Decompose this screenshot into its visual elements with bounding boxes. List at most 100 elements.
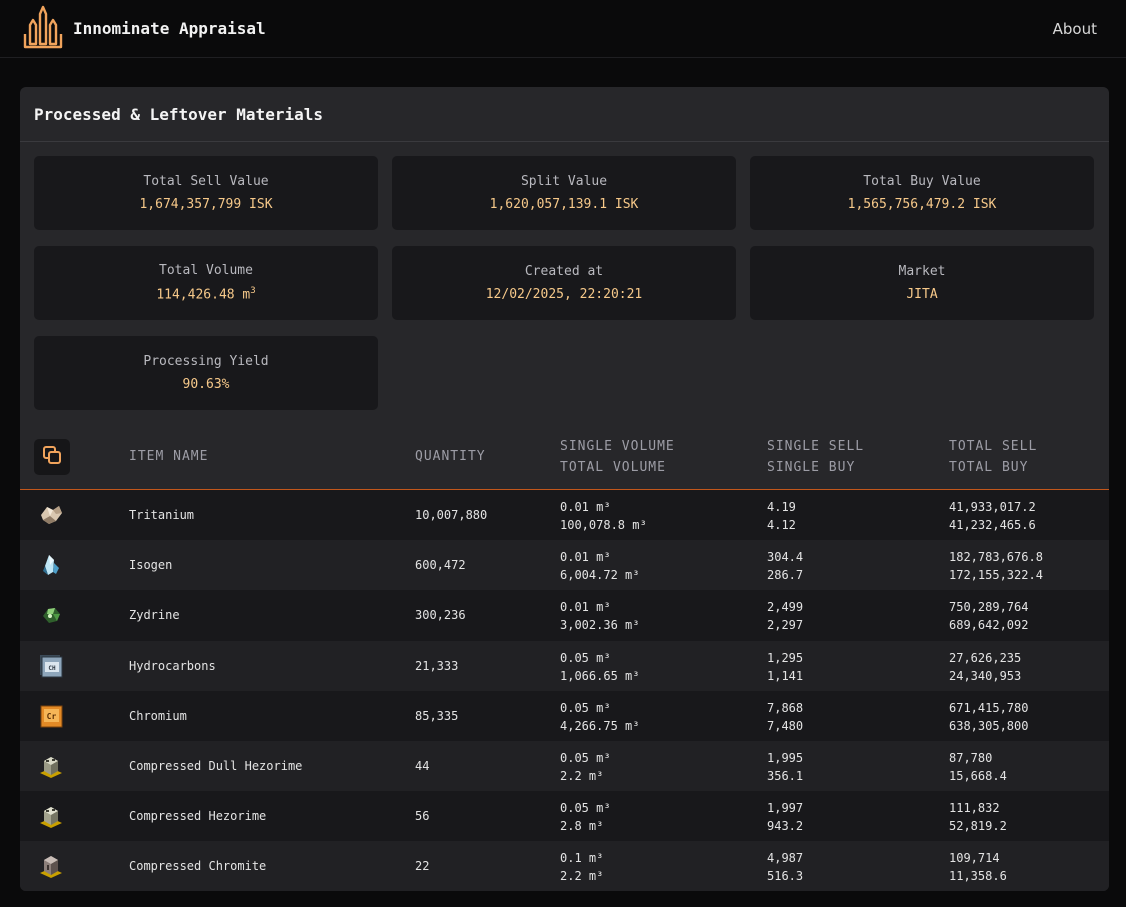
single-buy: 943.2 xyxy=(767,819,804,834)
table-row[interactable]: Zydrine 300,236 0.01 m³ 3,002.36 m³ 2,499… xyxy=(20,590,1109,641)
brand[interactable]: Innominate Appraisal xyxy=(22,4,266,54)
total-volume: 2.8 m³ xyxy=(560,819,604,834)
table-row[interactable]: Compressed Chromite 22 0.1 m³ 2.2 m³ 4,98… xyxy=(20,841,1109,891)
single-sell: 2,499 xyxy=(767,600,804,615)
item-total-prices: 182,783,676.8 172,155,322.4 xyxy=(949,548,1043,584)
app-title: Innominate Appraisal xyxy=(73,19,266,38)
hydrocarbons-icon: CH xyxy=(37,652,65,680)
item-quantity: 44 xyxy=(415,758,430,773)
stat-total-sell-value: Total Sell Value 1,674,357,799 ISK xyxy=(34,156,378,230)
stat-label: Split Value xyxy=(520,174,608,189)
item-quantity: 300,236 xyxy=(415,608,466,623)
stat-label: Created at xyxy=(524,264,604,279)
header-item-name[interactable]: ITEM NAME xyxy=(129,446,208,467)
header-single-sell[interactable]: SINGLE SELL xyxy=(767,436,864,457)
total-buy: 24,340,953 xyxy=(949,668,1022,683)
item-volumes: 0.01 m³ 100,078.8 m³ xyxy=(560,498,647,534)
single-volume: 0.05 m³ xyxy=(560,650,611,665)
appraisal-panel: Processed & Leftover Materials Total Sel… xyxy=(20,87,1109,891)
stat-created-at: Created at 12/02/2025, 22:20:21 xyxy=(392,246,736,320)
item-total-prices: 109,714 11,358.6 xyxy=(949,849,1007,885)
total-buy: 689,642,092 xyxy=(949,618,1029,633)
item-volumes: 0.05 m³ 2.8 m³ xyxy=(560,799,611,835)
total-buy: 15,668.4 xyxy=(949,768,1007,783)
stat-label: Processing Yield xyxy=(143,354,269,369)
table-row[interactable]: Tritanium 10,007,880 0.01 m³ 100,078.8 m³… xyxy=(20,490,1109,541)
table-row[interactable]: Compressed Dull Hezorime 44 0.05 m³ 2.2 m… xyxy=(20,740,1109,792)
chromium-icon: Cr xyxy=(37,702,65,730)
item-quantity: 600,472 xyxy=(415,558,466,573)
total-sell: 671,415,780 xyxy=(949,700,1029,715)
item-total-prices: 750,289,764 689,642,092 xyxy=(949,598,1028,634)
total-volume: 1,066.65 m³ xyxy=(560,668,640,683)
top-navbar: Innominate Appraisal About xyxy=(0,0,1126,58)
header-total-volume[interactable]: TOTAL VOLUME xyxy=(560,457,666,478)
stat-value: JITA xyxy=(906,287,938,302)
total-sell: 41,933,017.2 xyxy=(949,500,1036,514)
item-single-prices: 4,987 516.3 xyxy=(767,849,803,885)
copy-button[interactable] xyxy=(34,439,70,475)
table-row[interactable]: Compressed Hezorime 56 0.05 m³ 2.8 m³ 1,9… xyxy=(20,791,1109,842)
stat-label: Market xyxy=(898,264,946,279)
compressed-ore-icon xyxy=(37,752,65,780)
table-row[interactable]: Isogen 600,472 0.01 m³ 6,004.72 m³ 304.4 2… xyxy=(20,540,1109,591)
total-buy: 52,819.2 xyxy=(949,819,1007,834)
single-volume: 0.01 m³ xyxy=(560,600,611,615)
item-volumes: 0.05 m³ 1,066.65 m³ xyxy=(560,649,639,685)
single-volume: 0.05 m³ xyxy=(560,750,611,765)
svg-text:Cr: Cr xyxy=(47,712,57,721)
item-total-prices: 27,626,235 24,340,953 xyxy=(949,649,1021,685)
isogen-icon xyxy=(37,551,65,579)
single-sell: 7,868 xyxy=(767,700,804,715)
header-single-buy[interactable]: SINGLE BUY xyxy=(767,457,855,478)
item-name: Hydrocarbons xyxy=(129,658,216,673)
stat-market: Market JITA xyxy=(750,246,1094,320)
stats-grid: Total Sell Value 1,674,357,799 ISK Split… xyxy=(20,142,1109,410)
item-single-prices: 7,868 7,480 xyxy=(767,699,803,735)
item-name: Isogen xyxy=(129,558,173,573)
single-buy: 2,297 xyxy=(767,618,804,633)
item-name: Compressed Dull Hezorime xyxy=(129,758,303,773)
item-single-prices: 4.19 4.12 xyxy=(767,498,796,534)
single-sell: 1,995 xyxy=(767,750,804,765)
item-single-prices: 304.4 286.7 xyxy=(767,548,803,584)
single-volume: 0.01 m³ xyxy=(560,500,611,514)
zydrine-icon xyxy=(37,601,65,629)
item-name: Compressed Chromite xyxy=(129,859,267,874)
header-single-volume[interactable]: SINGLE VOLUME xyxy=(560,436,675,457)
table-row[interactable]: CH Hydrocarbons 21,333 0.05 m³ 1,066.65 m… xyxy=(20,640,1109,691)
single-buy: 286.7 xyxy=(767,568,804,583)
panel-header: Processed & Leftover Materials xyxy=(20,87,1109,142)
table-header: ITEM NAME QUANTITY SINGLE VOLUME TOTAL V… xyxy=(20,427,1109,490)
stat-total-buy-value: Total Buy Value 1,565,756,479.2 ISK xyxy=(750,156,1094,230)
stat-value: 90.63% xyxy=(182,377,230,392)
header-quantity[interactable]: QUANTITY xyxy=(415,446,486,467)
header-total-sell[interactable]: TOTAL SELL xyxy=(949,436,1037,457)
tritanium-icon xyxy=(37,501,65,529)
total-volume: 2.2 m³ xyxy=(560,768,604,783)
single-buy: 516.3 xyxy=(767,869,804,884)
total-sell: 27,626,235 xyxy=(949,650,1022,665)
single-sell: 4,987 xyxy=(767,851,804,866)
item-volumes: 0.01 m³ 6,004.72 m³ xyxy=(560,548,639,584)
item-volumes: 0.05 m³ 2.2 m³ xyxy=(560,749,611,785)
total-sell: 87,780 xyxy=(949,750,993,765)
panel-title: Processed & Leftover Materials xyxy=(34,104,323,124)
stat-value: 1,674,357,799 ISK xyxy=(139,197,273,212)
item-quantity: 56 xyxy=(415,809,430,824)
item-name: Compressed Hezorime xyxy=(129,809,267,824)
table-row[interactable]: Cr Chromium 85,335 0.05 m³ 4,266.75 m³ 7,… xyxy=(20,690,1109,741)
single-volume: 0.05 m³ xyxy=(560,801,611,816)
item-single-prices: 1,995 356.1 xyxy=(767,749,803,785)
total-sell: 182,783,676.8 xyxy=(949,550,1043,565)
single-volume: 0.1 m³ xyxy=(560,851,604,866)
stat-value: 1,620,057,139.1 ISK xyxy=(489,197,639,212)
item-quantity: 22 xyxy=(415,859,430,874)
stat-processing-yield: Processing Yield 90.63% xyxy=(34,336,378,410)
stat-value-sup: 3 xyxy=(250,286,256,297)
header-total-buy[interactable]: TOTAL BUY xyxy=(949,457,1028,478)
total-buy: 638,305,800 xyxy=(949,718,1029,733)
total-buy: 11,358.6 xyxy=(949,869,1007,884)
stat-value: 1,565,756,479.2 ISK xyxy=(847,197,997,212)
about-link[interactable]: About xyxy=(1053,20,1097,38)
